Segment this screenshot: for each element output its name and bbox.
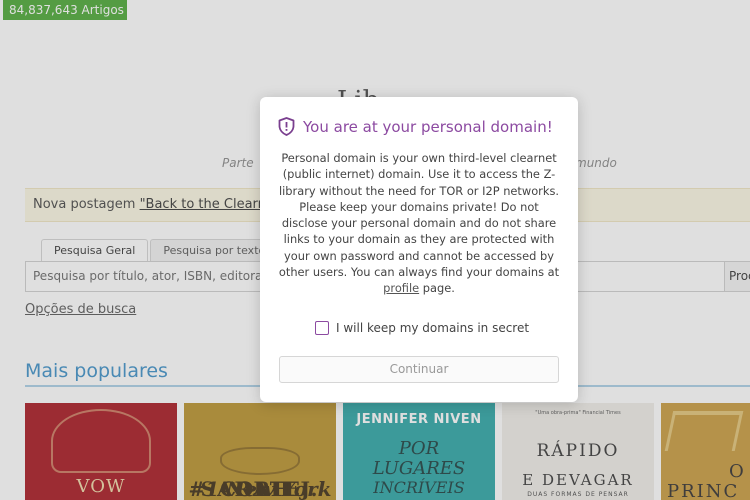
modal-title: You are at your personal domain! [303, 117, 553, 136]
continue-button[interactable]: Continuar [279, 356, 559, 383]
modal-body-text: Personal domain is your own third-level … [278, 151, 560, 280]
keep-secret-checkbox[interactable] [315, 321, 329, 335]
shield-icon [278, 117, 295, 136]
keep-secret-label[interactable]: I will keep my domains in secret [336, 321, 529, 335]
modal-body: Personal domain is your own third-level … [276, 150, 562, 297]
personal-domain-modal: You are at your personal domain! Persona… [260, 97, 578, 402]
profile-link[interactable]: profile [383, 281, 419, 295]
modal-header: You are at your personal domain! [278, 117, 553, 136]
keep-secret-row[interactable]: I will keep my domains in secret [315, 321, 529, 335]
modal-body-suffix: page. [419, 281, 455, 296]
